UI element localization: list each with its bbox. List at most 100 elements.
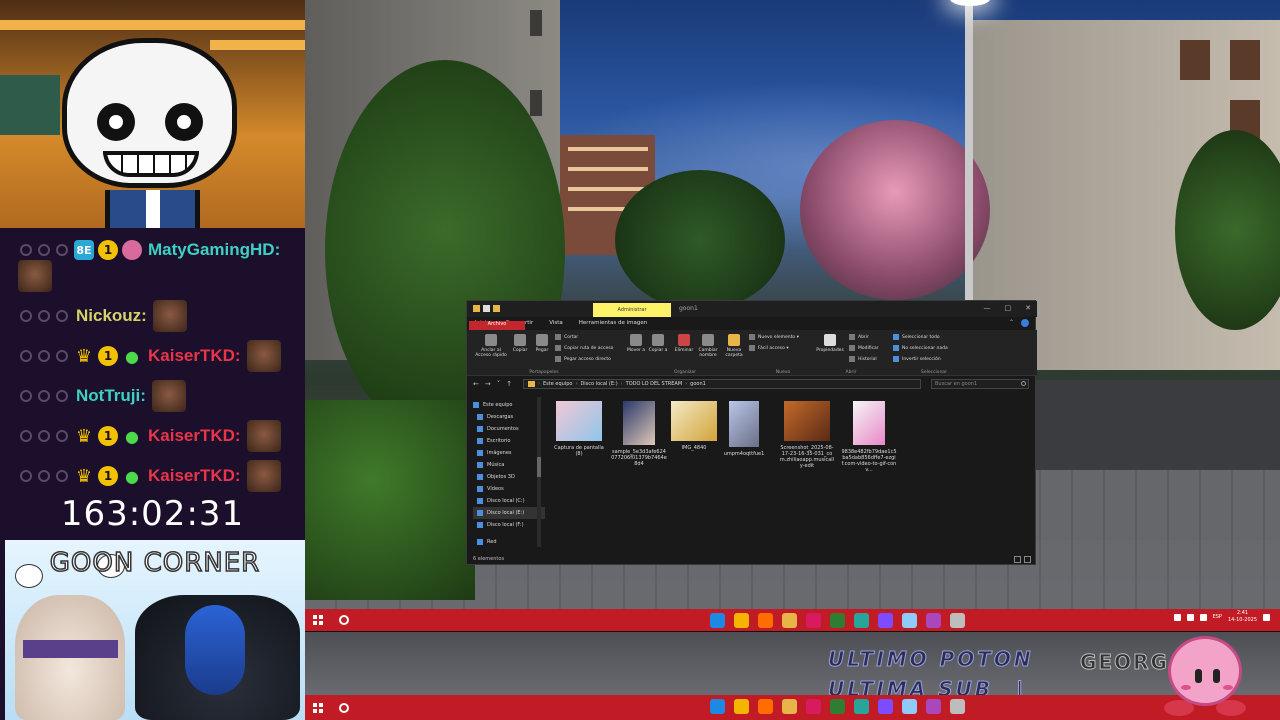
timeout-icon[interactable] xyxy=(38,390,50,402)
delete-icon[interactable] xyxy=(56,244,68,256)
open-button[interactable]: Abrir xyxy=(849,334,869,340)
address-bar[interactable]: › Este equipo › Disco local (E:) › TODO … xyxy=(523,379,921,389)
forward-arrow-icon[interactable]: → xyxy=(485,380,491,388)
delete-icon[interactable] xyxy=(56,470,68,482)
chevron-down-icon[interactable]: ˅ xyxy=(497,380,501,388)
file-item[interactable]: umpm4oqttfue1 xyxy=(716,401,772,457)
ban-icon[interactable] xyxy=(20,470,32,482)
minimize-icon[interactable]: — xyxy=(984,304,991,312)
ban-icon[interactable] xyxy=(20,350,32,362)
nav-item[interactable]: Descargas xyxy=(473,411,545,423)
copy-path-button[interactable]: Copiar ruta de acceso xyxy=(555,345,613,351)
file-explorer-window[interactable]: Administrar goon1 — □ ✕ Archivo Inicio C… xyxy=(466,300,1037,565)
taskbar-app-icon[interactable] xyxy=(734,613,749,628)
file-item[interactable]: 9838e482fb79dae1c5ba5dab856dffe7-ezgif.c… xyxy=(841,401,897,473)
select-none-button[interactable]: No seleccionar nada xyxy=(893,345,948,351)
paste-shortcut-button[interactable]: Pegar acceso directo xyxy=(555,356,611,362)
chevron-down-icon[interactable]: ⌃ xyxy=(1009,319,1017,327)
chat-username[interactable]: KaiserTKD: xyxy=(148,346,241,366)
rename-button[interactable]: Cambiar nombre xyxy=(695,334,721,358)
nav-item[interactable]: Disco local (F:) xyxy=(473,519,545,531)
nav-item[interactable]: Objetos 3D xyxy=(473,471,545,483)
file-item[interactable]: sample_5e3d3afe624077206f01379b7464e8d4 xyxy=(611,401,667,467)
taskbar-app-icon[interactable] xyxy=(950,613,965,628)
breadcrumb-disco-e[interactable]: Disco local (E:) xyxy=(580,381,617,387)
delete-icon[interactable] xyxy=(56,430,68,442)
timeout-icon[interactable] xyxy=(38,430,50,442)
windows-start-icon[interactable] xyxy=(313,615,323,625)
notifications-icon[interactable] xyxy=(1263,613,1270,621)
chat-username[interactable]: KaiserTKD: xyxy=(148,466,241,486)
breadcrumb-todo-stream[interactable]: TODO LO DEL STREAM xyxy=(626,381,682,387)
context-tab-manage[interactable]: Administrar xyxy=(593,303,671,317)
breadcrumb-goon1[interactable]: goon1 xyxy=(690,381,706,387)
folder-icon[interactable] xyxy=(473,305,480,312)
volume-icon[interactable] xyxy=(1186,613,1194,621)
details-view-icon[interactable] xyxy=(1014,555,1021,563)
taskbar-app-icon[interactable] xyxy=(806,613,821,628)
nav-item[interactable]: Documentos xyxy=(473,423,545,435)
new-item-button[interactable]: Nuevo elemento ▾ xyxy=(749,334,799,340)
close-icon[interactable]: ✕ xyxy=(1025,304,1031,312)
edit-button[interactable]: Modificar xyxy=(849,345,879,351)
help-icon[interactable] xyxy=(1021,319,1029,327)
title-bar[interactable]: Administrar goon1 — □ ✕ xyxy=(467,301,1037,317)
file-item[interactable]: IMG_4840 xyxy=(666,401,722,451)
nav-item[interactable]: Música xyxy=(473,459,545,471)
file-item[interactable]: Screenshot_2025-08-17-23-16-35-031_com.z… xyxy=(779,401,835,469)
chat-username[interactable]: MatyGamingHD: xyxy=(148,240,280,260)
chat-username[interactable]: KaiserTKD: xyxy=(148,426,241,446)
delete-icon[interactable] xyxy=(56,310,68,322)
taskbar-app-icon[interactable] xyxy=(710,613,725,628)
nav-item[interactable]: Este equipo xyxy=(473,399,545,411)
delete-button[interactable]: Eliminar xyxy=(671,334,697,353)
save-icon[interactable] xyxy=(483,305,490,312)
tab-vista[interactable]: Vista xyxy=(541,317,571,330)
chat-username[interactable]: NotTruji: xyxy=(76,386,146,406)
paste-button[interactable]: Pegar xyxy=(529,334,555,353)
nav-item[interactable]: Disco local (C:) xyxy=(473,495,545,507)
nav-item[interactable]: Disco local (E:) xyxy=(473,507,545,519)
taskbar-app-icon[interactable] xyxy=(902,613,917,628)
new-folder-button[interactable]: Nueva carpeta xyxy=(721,334,747,358)
taskbar-app-icon[interactable] xyxy=(854,613,869,628)
tab-herramientas-imagen[interactable]: Herramientas de imagen xyxy=(571,317,655,330)
copy-to-button[interactable]: Copiar a xyxy=(645,334,671,353)
taskbar-app-icon[interactable] xyxy=(830,613,845,628)
timeout-icon[interactable] xyxy=(38,310,50,322)
large-icons-view-icon[interactable] xyxy=(1024,555,1031,563)
pin-quick-access-button[interactable]: Anclar al Acceso rápido xyxy=(473,334,509,358)
nav-item[interactable]: Vídeos xyxy=(473,483,545,495)
folder-icon[interactable] xyxy=(493,305,500,312)
ban-icon[interactable] xyxy=(20,310,32,322)
timeout-icon[interactable] xyxy=(38,350,50,362)
easy-access-button[interactable]: Fácil acceso ▾ xyxy=(749,345,789,351)
cut-button[interactable]: Cortar xyxy=(555,334,578,340)
nav-item[interactable]: Imágenes xyxy=(473,447,545,459)
ban-icon[interactable] xyxy=(20,390,32,402)
up-arrow-icon[interactable]: ↑ xyxy=(506,380,512,388)
maximize-icon[interactable]: □ xyxy=(1005,304,1012,312)
timeout-icon[interactable] xyxy=(38,470,50,482)
invert-selection-button[interactable]: Invertir selección xyxy=(893,356,941,362)
ban-icon[interactable] xyxy=(20,430,32,442)
nav-item[interactable]: Red xyxy=(473,536,545,548)
history-button[interactable]: Historial xyxy=(849,356,877,362)
taskbar-app-icon[interactable] xyxy=(926,613,941,628)
clock[interactable]: 2:41 14-10-2025 xyxy=(1228,610,1257,624)
file-item[interactable]: Captura de pantalla (8) xyxy=(551,401,607,457)
delete-icon[interactable] xyxy=(56,390,68,402)
back-arrow-icon[interactable]: ← xyxy=(473,380,479,388)
taskbar-app-icon[interactable] xyxy=(758,613,773,628)
properties-button[interactable]: Propiedades xyxy=(813,334,847,353)
chat-username[interactable]: Nickouz: xyxy=(76,306,147,326)
delete-icon[interactable] xyxy=(56,350,68,362)
timeout-icon[interactable] xyxy=(38,244,50,256)
network-icon[interactable] xyxy=(1199,613,1207,621)
taskbar-app-icon[interactable] xyxy=(782,613,797,628)
search-icon[interactable] xyxy=(339,615,349,625)
select-all-button[interactable]: Seleccionar todo xyxy=(893,334,940,340)
taskbar-app-icon[interactable] xyxy=(878,613,893,628)
nav-item[interactable]: Escritorio xyxy=(473,435,545,447)
ban-icon[interactable] xyxy=(20,244,32,256)
